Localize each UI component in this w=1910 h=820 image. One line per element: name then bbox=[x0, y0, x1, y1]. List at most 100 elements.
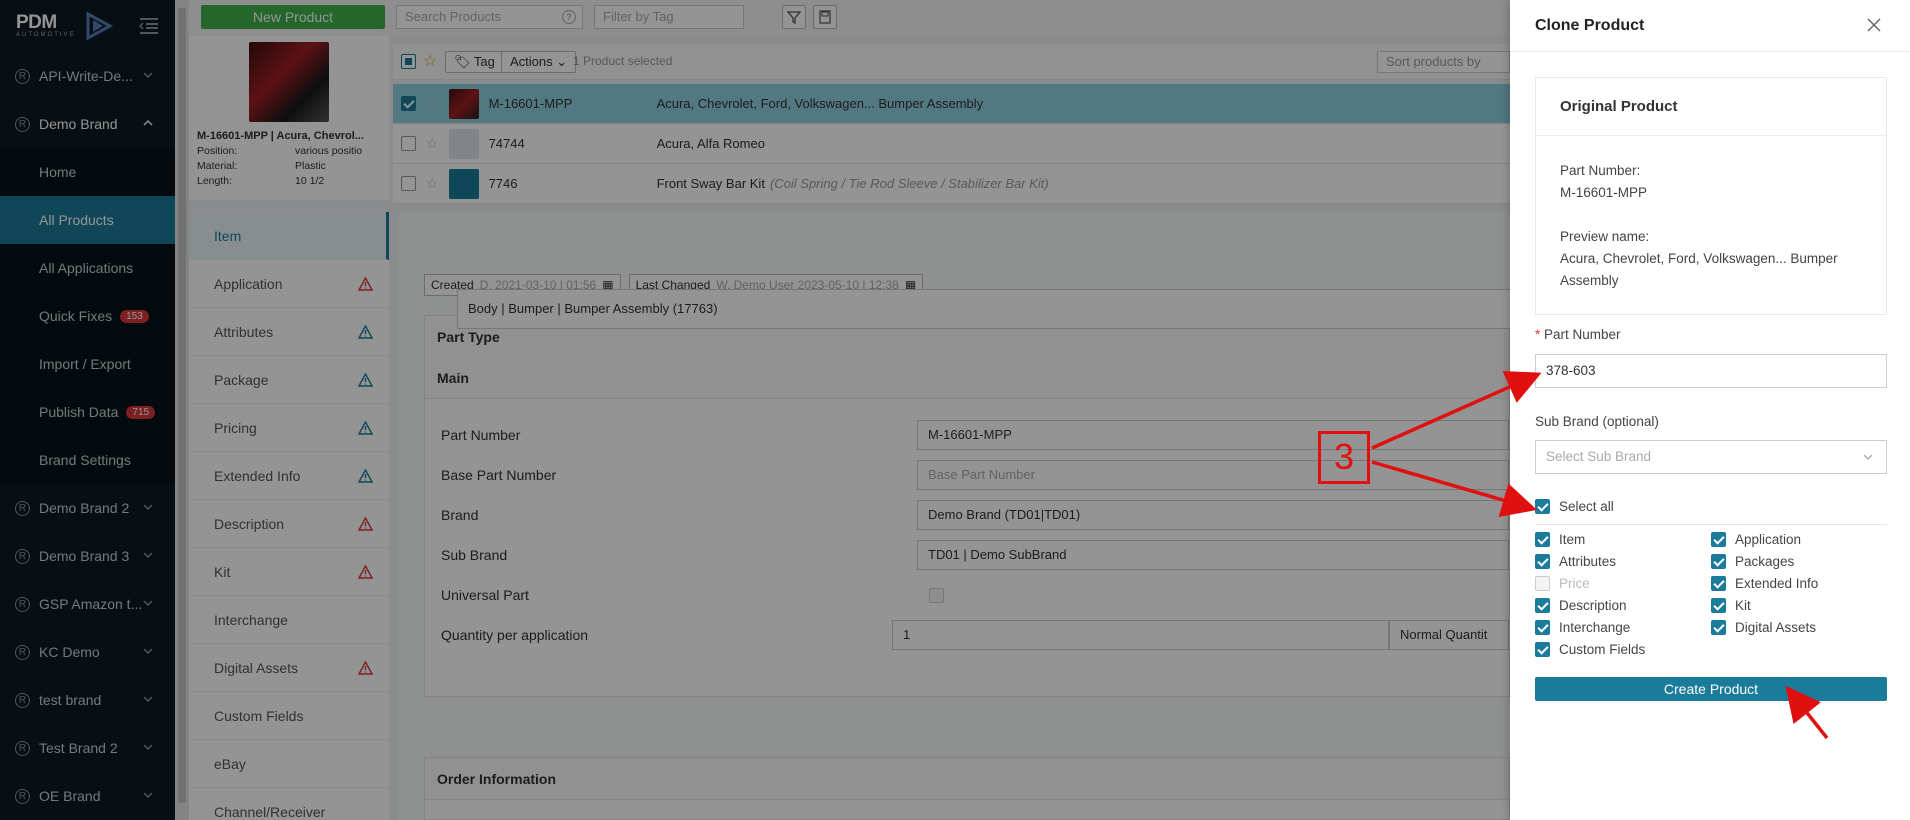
sidebar-item[interactable]: Import / Export bbox=[0, 340, 175, 388]
clone-option-checkbox[interactable]: Custom Fields bbox=[1535, 642, 1645, 657]
registered-icon: R bbox=[15, 500, 30, 516]
sub-brand-select[interactable]: Select Sub Brand bbox=[1535, 440, 1887, 474]
clone-option-checkbox[interactable]: Packages bbox=[1711, 554, 1794, 569]
orig-part-number-value: M-16601-MPP bbox=[1560, 185, 1648, 200]
section-tab[interactable]: Kit bbox=[189, 548, 389, 596]
attribute-key: Material: bbox=[197, 160, 238, 172]
section-tab[interactable]: Extended Info bbox=[189, 452, 389, 500]
part-number-input[interactable]: 378-603 bbox=[1535, 354, 1887, 388]
product-description: Acura, Alfa Romeo bbox=[656, 136, 765, 151]
search-placeholder: Search Products bbox=[405, 9, 502, 24]
section-tab[interactable]: Description bbox=[189, 500, 389, 548]
sidebar-item[interactable]: Quick Fixes 153 bbox=[0, 292, 175, 340]
chevron-down-icon bbox=[1863, 454, 1873, 460]
sidebar-brand[interactable]: R Test Brand 2 bbox=[0, 724, 175, 772]
quantity-input[interactable]: 1 bbox=[892, 620, 1389, 650]
field-input[interactable]: TD01 | Demo SubBrand bbox=[917, 540, 1509, 570]
new-product-button[interactable]: New Product bbox=[201, 5, 385, 29]
sidebar-item[interactable]: All Products bbox=[0, 196, 175, 244]
section-tab[interactable]: Interchange bbox=[189, 596, 389, 644]
sort-select[interactable]: Sort products by bbox=[1377, 51, 1510, 73]
section-tab[interactable]: eBay bbox=[189, 740, 389, 788]
order-info-header: Order Information bbox=[425, 758, 1509, 800]
sidebar-item[interactable]: Brand Settings bbox=[0, 436, 175, 484]
part-type-select[interactable]: Body | Bumper | Bumper Assembly (17763) bbox=[457, 289, 1527, 329]
section-tab-label: Kit bbox=[214, 563, 231, 580]
close-icon[interactable] bbox=[1866, 17, 1882, 33]
sidebar-scrollbar[interactable] bbox=[175, 0, 189, 820]
section-tab-label: eBay bbox=[214, 755, 246, 772]
product-thumbnail bbox=[448, 168, 479, 199]
row-checkbox[interactable] bbox=[401, 96, 416, 111]
actions-dropdown[interactable]: Actions ⌄ bbox=[501, 51, 577, 73]
filter-by-tag-input[interactable]: Filter by Tag bbox=[594, 5, 744, 29]
field-label: Quantity per application bbox=[441, 627, 589, 643]
sidebar-item[interactable]: All Applications bbox=[0, 244, 175, 292]
field-input[interactable]: M-16601-MPP bbox=[917, 420, 1509, 450]
filter-button[interactable] bbox=[782, 5, 806, 29]
clone-option-checkbox[interactable]: Price bbox=[1535, 576, 1590, 591]
clone-option-checkbox[interactable]: Description bbox=[1535, 598, 1627, 613]
universal-part-checkbox[interactable] bbox=[929, 587, 944, 603]
product-row[interactable]: ☆ M-16601-MPP Acura, Chevrolet, Ford, Volk… bbox=[393, 84, 1510, 124]
section-tab[interactable]: Attributes bbox=[189, 308, 389, 356]
checkbox-box bbox=[1535, 598, 1550, 613]
menu-collapse-icon[interactable] bbox=[138, 16, 160, 36]
clone-option-checkbox[interactable]: Interchange bbox=[1535, 620, 1630, 635]
sidebar-brand[interactable]: R API-Write-De... bbox=[0, 52, 175, 100]
product-row[interactable]: ☆ 7746 Front Sway Bar Kit (Coil Spring / Ti… bbox=[393, 164, 1510, 204]
favorite-star-icon[interactable]: ☆ bbox=[426, 95, 439, 112]
registered-icon: R bbox=[15, 596, 30, 612]
field-input[interactable]: Demo Brand (TD01|TD01) bbox=[917, 500, 1509, 530]
help-icon[interactable]: ? bbox=[562, 10, 576, 24]
clone-option-checkbox[interactable]: Digital Assets bbox=[1711, 620, 1816, 635]
section-tab-label: Channel/Receiver bbox=[214, 803, 326, 820]
clone-option-checkbox[interactable]: Attributes bbox=[1535, 554, 1616, 569]
clone-option-checkbox[interactable]: Extended Info bbox=[1711, 576, 1818, 591]
create-product-button[interactable]: Create Product bbox=[1535, 677, 1887, 701]
section-tab[interactable]: Item bbox=[189, 212, 389, 260]
save-filter-button[interactable] bbox=[813, 5, 837, 29]
search-input[interactable]: Search Products? bbox=[396, 5, 583, 29]
sidebar-brand[interactable]: R Demo Brand 2 bbox=[0, 484, 175, 532]
sidebar-brand[interactable]: R KC Demo bbox=[0, 628, 175, 676]
favorite-star-icon[interactable]: ☆ bbox=[426, 135, 439, 152]
section-tab[interactable]: Package bbox=[189, 356, 389, 404]
attribute-key: Position: bbox=[197, 145, 238, 157]
filter-icon bbox=[787, 11, 801, 24]
sidebar-brand-label: GSP Amazon t... bbox=[39, 596, 143, 612]
select-all-checkbox[interactable]: Select all bbox=[1535, 499, 1614, 514]
section-tab[interactable]: Pricing bbox=[189, 404, 389, 452]
clone-option-label: Item bbox=[1559, 532, 1586, 547]
sidebar-brand[interactable]: R GSP Amazon t... bbox=[0, 580, 175, 628]
sidebar-item[interactable]: Publish Data 715 bbox=[0, 388, 175, 436]
sidebar-brand[interactable]: R Demo Brand 3 bbox=[0, 532, 175, 580]
clone-option-checkbox[interactable]: Application bbox=[1711, 532, 1801, 547]
field-input[interactable]: Base Part Number bbox=[917, 460, 1509, 490]
sidebar-brand[interactable]: Rtest brand bbox=[0, 676, 175, 724]
row-checkbox[interactable] bbox=[401, 176, 416, 191]
select-all-products-checkbox[interactable] bbox=[401, 54, 416, 69]
sidebar-brand[interactable]: R OE Brand bbox=[0, 772, 175, 820]
section-tab[interactable]: Channel/Receiver bbox=[189, 788, 389, 820]
tag-button[interactable]: 🏷 Tag bbox=[445, 51, 504, 73]
registered-icon: R bbox=[15, 548, 30, 564]
quantity-unit-select[interactable]: Normal Quantit bbox=[1389, 620, 1509, 650]
section-tab[interactable]: Custom Fields bbox=[189, 692, 389, 740]
favorite-star-icon[interactable]: ☆ bbox=[423, 51, 437, 71]
product-row[interactable]: ☆ 74744 Acura, Alfa Romeo bbox=[393, 124, 1510, 164]
orig-preview-label: Preview name: bbox=[1560, 229, 1650, 244]
section-tab[interactable]: Application bbox=[189, 260, 389, 308]
scrollbar-thumb[interactable] bbox=[178, 8, 186, 803]
section-tab-label: Custom Fields bbox=[214, 707, 304, 724]
chevron-down-icon: ⌄ bbox=[556, 54, 568, 69]
favorite-star-icon[interactable]: ☆ bbox=[426, 175, 439, 192]
product-image[interactable] bbox=[249, 42, 329, 122]
clone-option-checkbox[interactable]: Item bbox=[1535, 532, 1585, 547]
sidebar-brand[interactable]: R Demo Brand bbox=[0, 100, 175, 148]
section-tab[interactable]: Digital Assets bbox=[189, 644, 389, 692]
field-label: Sub Brand bbox=[441, 547, 508, 563]
clone-option-checkbox[interactable]: Kit bbox=[1711, 598, 1751, 613]
row-checkbox[interactable] bbox=[401, 136, 416, 151]
sidebar-item[interactable]: Home bbox=[0, 148, 175, 196]
